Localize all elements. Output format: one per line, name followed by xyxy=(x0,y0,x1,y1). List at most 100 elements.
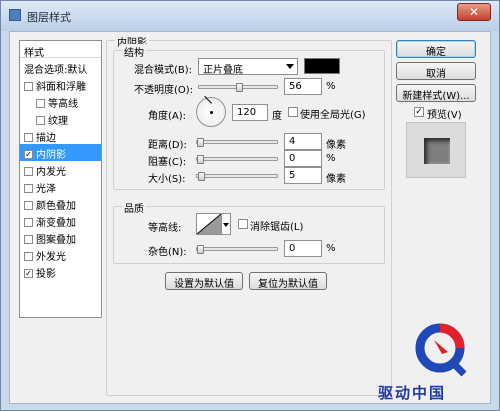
quality-title: 品质 xyxy=(122,200,146,215)
angle-unit: 度 xyxy=(272,111,282,122)
style-list-item[interactable]: 混合选项:默认 xyxy=(20,59,101,76)
angle-input[interactable]: 120 xyxy=(232,104,268,121)
style-list-item-label: 纹理 xyxy=(48,116,68,127)
preview-label: 预览(V) xyxy=(427,110,462,121)
size-slider-thumb[interactable] xyxy=(198,172,205,181)
reset-default-button[interactable]: 复位为默认值 xyxy=(249,272,327,290)
preview-checkbox[interactable]: ✓ xyxy=(414,107,424,117)
app-icon xyxy=(9,9,21,21)
style-list-item-label: 内阴影 xyxy=(36,150,66,161)
style-list-item[interactable]: 光泽 xyxy=(20,178,101,195)
style-list-item[interactable]: 等高线 xyxy=(20,93,101,110)
styles-list-header[interactable]: 样式 xyxy=(20,41,101,59)
structure-group: 结构 混合模式(B): 正片叠底 不透明度(O): 56 % 角度(A): 12… xyxy=(113,44,385,190)
opacity-input[interactable]: 56 xyxy=(284,78,322,95)
style-checkbox[interactable] xyxy=(24,251,33,261)
size-slider-track[interactable] xyxy=(196,174,278,178)
style-list-item-label: 外发光 xyxy=(36,252,66,263)
style-list-item[interactable]: 斜面和浮雕 xyxy=(20,76,101,93)
structure-title: 结构 xyxy=(122,44,146,59)
layer-style-dialog: 图层样式 ✕ 样式 混合选项:默认 斜面和浮雕 等高线 纹理 描边 ✓ 内阴影 内发光 光泽 颜色… xyxy=(0,0,500,411)
style-checkbox[interactable] xyxy=(24,234,33,244)
style-list-item[interactable]: 图案叠加 xyxy=(20,229,101,246)
anti-alias-label: 消除锯齿(L) xyxy=(250,222,304,233)
quality-group: 品质 等高线: 消除锯齿(L) 杂色(N): 0 % xyxy=(113,200,385,264)
noise-input[interactable]: 0 xyxy=(284,240,322,257)
watermark-text: 驱动中国 xyxy=(378,384,447,402)
style-list-item[interactable]: 描边 xyxy=(20,127,101,144)
anti-alias-checkbox[interactable] xyxy=(238,219,248,229)
style-checkbox[interactable] xyxy=(24,200,33,210)
style-preview-swatch xyxy=(424,138,450,164)
style-list-item-label: 等高线 xyxy=(48,99,78,110)
style-list-item[interactable]: 渐变叠加 xyxy=(20,212,101,229)
noise-slider-track[interactable] xyxy=(196,247,278,251)
style-preview xyxy=(406,122,466,178)
style-checkbox[interactable]: ✓ xyxy=(24,149,33,159)
inner-shadow-panel: 内阴影 结构 混合模式(B): 正片叠底 不透明度(O): 56 % 角度(A)… xyxy=(106,34,392,396)
opacity-label: 不透明度(O): xyxy=(134,85,194,96)
noise-slider-thumb[interactable] xyxy=(197,245,204,254)
angle-dial[interactable] xyxy=(196,95,226,127)
set-default-button[interactable]: 设置为默认值 xyxy=(165,272,243,290)
style-checkbox[interactable] xyxy=(24,166,33,176)
size-input[interactable]: 5 xyxy=(284,167,322,184)
chevron-down-icon xyxy=(286,64,294,69)
style-list-item[interactable]: 颜色叠加 xyxy=(20,195,101,212)
watermark-logo xyxy=(415,323,467,377)
style-list-item[interactable]: 内发光 xyxy=(20,161,101,178)
contour-picker[interactable] xyxy=(196,213,222,235)
style-list-item[interactable]: ✓ 投影 xyxy=(20,263,101,280)
styles-list: 样式 混合选项:默认 斜面和浮雕 等高线 纹理 描边 ✓ 内阴影 内发光 光泽 颜色叠加 渐变叠加图… xyxy=(19,40,102,318)
choke-slider-track[interactable] xyxy=(196,157,278,161)
style-list-item-label: 渐变叠加 xyxy=(36,218,76,229)
style-list-item[interactable]: ✓ 内阴影 xyxy=(20,144,101,161)
chevron-down-icon xyxy=(223,223,229,227)
blend-mode-select[interactable]: 正片叠底 xyxy=(198,58,298,76)
choke-input[interactable]: 0 xyxy=(284,150,322,167)
distance-slider-thumb[interactable] xyxy=(197,138,204,147)
size-label: 大小(S): xyxy=(148,174,186,185)
distance-label: 距离(D): xyxy=(148,140,187,151)
global-light-checkbox[interactable] xyxy=(288,107,298,117)
style-checkbox[interactable] xyxy=(24,183,33,193)
style-list-item-label: 描边 xyxy=(36,133,56,144)
style-list-item-label: 内发光 xyxy=(36,167,66,178)
style-list-item-label: 颜色叠加 xyxy=(36,201,76,212)
contour-dropdown[interactable] xyxy=(222,213,231,235)
angle-label: 角度(A): xyxy=(148,111,187,122)
shadow-color-swatch[interactable] xyxy=(304,58,340,74)
noise-label: 杂色(N): xyxy=(148,247,187,258)
blend-mode-label: 混合模式(B): xyxy=(134,65,193,76)
style-list-item[interactable]: 外发光 xyxy=(20,246,101,263)
window-title: 图层样式 xyxy=(27,11,71,24)
global-light-label: 使用全局光(G) xyxy=(300,110,366,121)
opacity-slider-thumb[interactable] xyxy=(236,83,243,92)
blend-mode-value: 正片叠底 xyxy=(203,65,243,76)
choke-unit: % xyxy=(326,153,336,164)
style-list-item-label: 混合选项:默认 xyxy=(24,65,88,76)
style-checkbox[interactable] xyxy=(36,98,45,108)
style-checkbox[interactable]: ✓ xyxy=(24,268,33,278)
opacity-unit: % xyxy=(326,81,336,92)
distance-unit: 像素 xyxy=(326,140,346,151)
new-style-button[interactable]: 新建样式(W)... xyxy=(396,84,476,102)
style-checkbox[interactable] xyxy=(36,115,45,125)
close-button[interactable]: ✕ xyxy=(457,3,491,21)
style-list-item[interactable]: 纹理 xyxy=(20,110,101,127)
distance-slider-track[interactable] xyxy=(196,140,278,144)
size-unit: 像素 xyxy=(326,174,346,185)
cancel-button[interactable]: 取消 xyxy=(396,62,476,80)
title-bar: 图层样式 ✕ xyxy=(1,1,499,31)
style-list-item-label: 投影 xyxy=(36,269,56,280)
style-list-item-label: 斜面和浮雕 xyxy=(36,82,86,93)
style-checkbox[interactable] xyxy=(24,217,33,227)
contour-curve-icon xyxy=(196,213,222,235)
style-checkbox[interactable] xyxy=(24,132,33,142)
distance-input[interactable]: 4 xyxy=(284,133,322,150)
choke-slider-thumb[interactable] xyxy=(197,155,204,164)
ok-button[interactable]: 确定 xyxy=(396,40,476,58)
style-list-item-label: 图案叠加 xyxy=(36,235,76,246)
angle-dial-center xyxy=(210,111,213,114)
style-checkbox[interactable] xyxy=(24,81,33,91)
